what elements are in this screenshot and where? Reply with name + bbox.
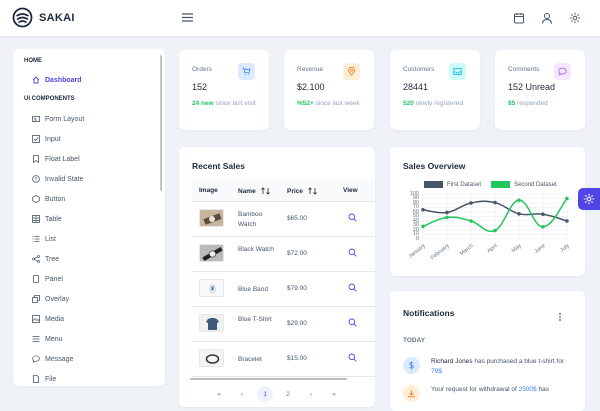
notification-text: Richard Jones has purchased a blue t-shi… bbox=[431, 358, 564, 375]
notifications-menu-button[interactable] bbox=[556, 309, 564, 327]
layout-config-button[interactable] bbox=[578, 188, 600, 210]
data-point[interactable] bbox=[565, 196, 569, 201]
notification-item: Your request for withdrawal of 2500$ has bbox=[403, 385, 571, 402]
data-point[interactable] bbox=[517, 198, 521, 203]
data-point[interactable] bbox=[445, 210, 449, 215]
notification-text: Your request for withdrawal of 2500$ has bbox=[431, 386, 549, 393]
data-point[interactable] bbox=[421, 224, 425, 229]
data-point[interactable] bbox=[469, 201, 473, 205]
notifications-group-label: TODAY bbox=[403, 337, 426, 344]
ellipsis-vertical-icon bbox=[559, 313, 561, 321]
data-point[interactable] bbox=[469, 219, 473, 223]
data-point[interactable] bbox=[541, 212, 545, 217]
data-point[interactable] bbox=[565, 219, 569, 223]
data-point[interactable] bbox=[421, 207, 425, 212]
data-point[interactable] bbox=[493, 200, 497, 205]
notification-item: Richard Jones has purchased a blue t-shi… bbox=[403, 357, 571, 377]
dollar-icon bbox=[403, 357, 420, 374]
data-point[interactable] bbox=[445, 215, 449, 220]
data-point[interactable] bbox=[517, 212, 521, 216]
data-point[interactable] bbox=[493, 228, 497, 233]
cog-icon bbox=[583, 193, 595, 205]
notifications-title: Notifications bbox=[403, 308, 455, 318]
data-point[interactable] bbox=[541, 225, 545, 229]
download-icon bbox=[403, 385, 420, 402]
